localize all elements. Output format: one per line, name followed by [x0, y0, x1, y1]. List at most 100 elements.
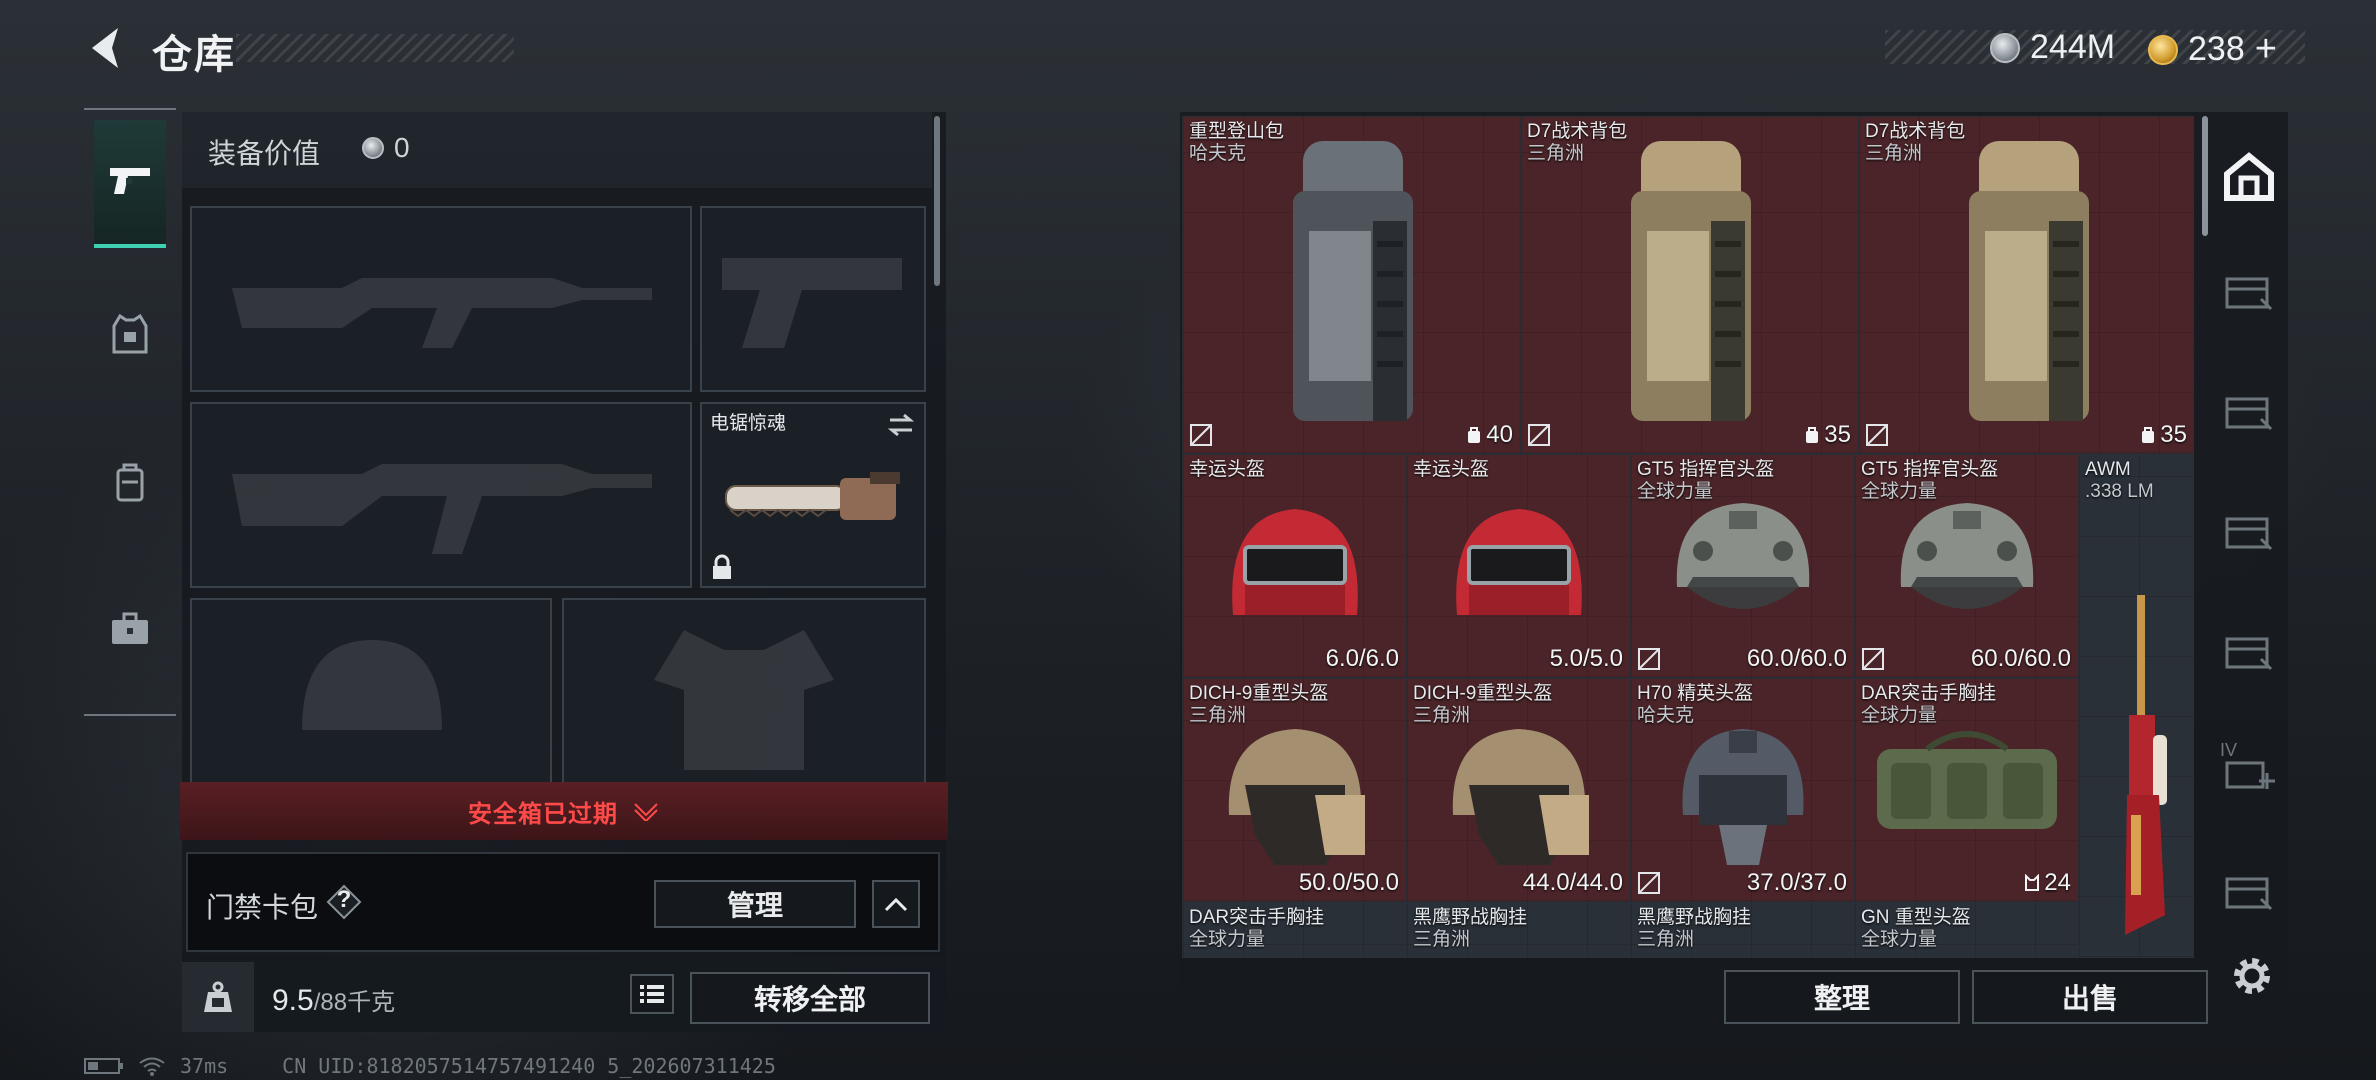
item-maker: 全球力量: [1861, 705, 1938, 726]
backpack-tab[interactable]: [94, 418, 166, 546]
weight-kg-icon: [204, 981, 232, 1012]
chest-rig-icon: [1877, 731, 2057, 829]
weight-icon-box: [182, 962, 254, 1032]
storage-grid: 重型登山包 哈夫克 40 D7战术背包 三角洲 35 D7战术背包 三角洲 35…: [1182, 116, 2194, 958]
silver-coin-icon: [362, 137, 384, 159]
inventory-item[interactable]: H70 精英头盔 哈夫克 37.0/37.0: [1630, 678, 1854, 902]
melee-slot[interactable]: 电锯惊魂: [700, 402, 926, 588]
inventory-item[interactable]: 黑鹰野战胸挂 三角洲: [1630, 902, 1854, 958]
armor-silhouette-icon: [654, 630, 834, 770]
item-stat: 6.0/6.0: [1325, 645, 1399, 672]
armor-slot[interactable]: [562, 598, 926, 784]
storage-tab-2[interactable]: [2218, 378, 2280, 448]
no-insurance-icon: [1528, 424, 1550, 446]
gold-currency-value: 238: [2188, 30, 2245, 68]
sort-button[interactable]: 整理: [1724, 970, 1960, 1024]
vest-icon: [112, 313, 148, 354]
safebox-status: 安全箱已过期: [468, 800, 618, 828]
primary-weapon-slot[interactable]: [190, 206, 692, 392]
item-name: D7战术背包: [1865, 121, 1966, 142]
gold-currency[interactable]: 238 +: [2148, 28, 2277, 71]
item-name: GN 重型头盔: [1861, 907, 1971, 928]
case-tab[interactable]: [94, 564, 166, 692]
helmet-icon: [1232, 509, 1358, 615]
item-name: 重型登山包: [1189, 121, 1285, 142]
helmet-icon: [1456, 509, 1582, 615]
no-insurance-icon: [1638, 648, 1660, 670]
helmet-icon: [1682, 729, 1804, 865]
settings-gear-icon[interactable]: [2224, 948, 2280, 1004]
page-title: 仓库: [152, 33, 236, 77]
swap-icon[interactable]: [886, 412, 916, 438]
inventory-item[interactable]: 幸运头盔 6.0/6.0: [1182, 454, 1406, 678]
storage-tab-label: IV: [2220, 740, 2238, 760]
sell-button[interactable]: 出售: [1972, 970, 2208, 1024]
equipment-scrollbar[interactable]: [934, 116, 940, 286]
inventory-item[interactable]: 重型登山包 哈夫克 40: [1182, 116, 1520, 454]
back-arrow-icon[interactable]: [82, 22, 134, 74]
storage-tab-5[interactable]: IV: [2218, 738, 2280, 808]
pistol-icon: [110, 168, 150, 194]
pistol-slot[interactable]: [700, 206, 926, 392]
collapse-button[interactable]: [872, 880, 920, 928]
storage-tab-icon: [2225, 277, 2273, 311]
armor-tab[interactable]: [94, 270, 166, 398]
item-stat: 60.0/60.0: [1746, 645, 1847, 672]
helmet-icon: [1228, 729, 1365, 865]
helmet-slot[interactable]: [190, 598, 552, 784]
capacity-icon: [2142, 427, 2155, 443]
storage-tab-1[interactable]: [2218, 258, 2280, 328]
capacity-icon: [1806, 427, 1819, 443]
item-maker: 三角洲: [1189, 705, 1247, 726]
inventory-item[interactable]: GN 重型头盔 全球力量: [1854, 902, 2078, 958]
storage-home-tab[interactable]: [2218, 142, 2280, 212]
wifi-icon: [139, 1057, 165, 1076]
item-maker: 三角洲: [1413, 929, 1471, 950]
weight-max: /88千克: [313, 989, 396, 1016]
item-maker: 三角洲: [1413, 705, 1471, 726]
storage-tab-3[interactable]: [2218, 498, 2280, 568]
no-insurance-icon: [1190, 424, 1212, 446]
inventory-item[interactable]: DICH-9重型头盔 三角洲 44.0/44.0: [1406, 678, 1630, 902]
storage-scrollbar[interactable]: [2202, 116, 2208, 236]
home-storage-icon: [2224, 152, 2274, 201]
manage-button[interactable]: 管理: [654, 880, 856, 928]
weapon-tab[interactable]: [94, 120, 166, 248]
item-stat: 35: [2140, 421, 2187, 449]
item-stat: 40: [1466, 421, 1513, 449]
weight-current: 9.5: [272, 984, 314, 1017]
storage-tab-4[interactable]: [2218, 618, 2280, 688]
inventory-item[interactable]: GT5 指挥官头盔 全球力量 60.0/60.0: [1854, 454, 2078, 678]
inventory-item[interactable]: AWM .338 LM: [2078, 454, 2194, 958]
inventory-item[interactable]: 黑鹰野战胸挂 三角洲: [1406, 902, 1630, 958]
add-currency-icon[interactable]: +: [2255, 28, 2277, 71]
helmet-icon: [1452, 729, 1589, 865]
backpack-icon: [116, 463, 144, 502]
equipment-value: 0: [362, 132, 410, 164]
item-name: GT5 指挥官头盔: [1637, 459, 1775, 480]
equipment-value-label: 装备价值: [208, 138, 321, 169]
silver-currency-value: 244M: [2030, 28, 2116, 66]
item-name: H70 精英头盔: [1637, 683, 1754, 704]
inventory-item[interactable]: DAR突击手胸挂 全球力量 24: [1854, 678, 2078, 902]
safebox-status-bar[interactable]: 安全箱已过期: [180, 782, 948, 840]
silver-currency[interactable]: 244M: [1990, 28, 2115, 67]
helmet-silhouette-icon: [302, 640, 442, 730]
secondary-weapon-slot[interactable]: [190, 402, 692, 588]
inventory-item[interactable]: DAR突击手胸挂 全球力量: [1182, 902, 1406, 958]
storage-tab-6[interactable]: [2218, 858, 2280, 928]
inventory-item[interactable]: GT5 指挥官头盔 全球力量 60.0/60.0: [1630, 454, 1854, 678]
inventory-item[interactable]: 幸运头盔 5.0/5.0: [1406, 454, 1630, 678]
helmet-icon: [1676, 503, 1810, 609]
inventory-item[interactable]: D7战术背包 三角洲 35: [1520, 116, 1858, 454]
storage-tab-icon: [2225, 877, 2273, 911]
item-stat: 60.0/60.0: [1970, 645, 2071, 672]
item-name: 幸运头盔: [1413, 459, 1490, 480]
item-stat-value: 35: [1824, 421, 1851, 448]
inventory-item[interactable]: DICH-9重型头盔 三角洲 50.0/50.0: [1182, 678, 1406, 902]
transfer-all-button[interactable]: 转移全部: [690, 972, 930, 1024]
chevron-up-icon: [884, 897, 908, 912]
uid-text: CN UID:8182057514757491240 5_20260731142…: [282, 1054, 776, 1078]
list-view-button[interactable]: [630, 974, 674, 1014]
inventory-item[interactable]: D7战术背包 三角洲 35: [1858, 116, 2194, 454]
